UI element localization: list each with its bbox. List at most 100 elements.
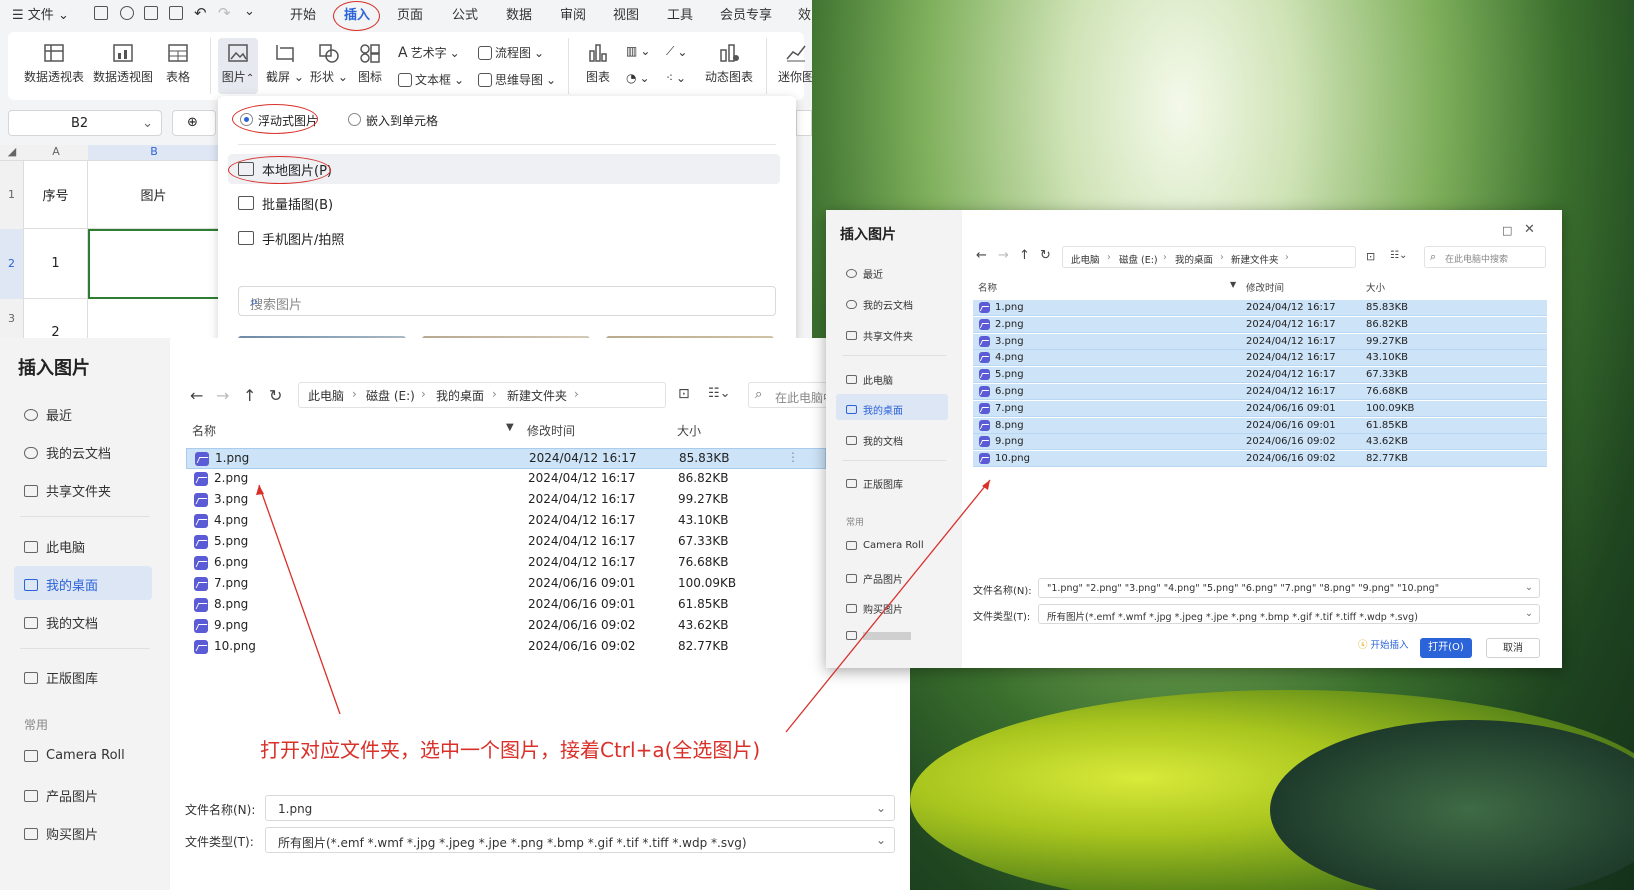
nav-camera-roll[interactable]: Camera Roll (846, 540, 924, 551)
column-modified-header[interactable]: 修改时间 (1246, 280, 1284, 294)
dynamic-chart-button[interactable]: 动态图表 (705, 42, 753, 85)
formula-bar[interactable] (796, 110, 812, 136)
menu-file[interactable]: ☰ 文件 ⌄ (12, 4, 69, 23)
breadcrumb-desktop[interactable]: 我的桌面 (436, 387, 484, 404)
table-button[interactable]: 表格 (166, 42, 190, 85)
forward-arrow-icon[interactable]: → (998, 248, 1009, 263)
wordart-button[interactable]: A 艺术字 ⌄ (398, 44, 460, 61)
nav-stock-gallery[interactable]: 正版图库 (846, 476, 903, 491)
file-row[interactable]: 1.png 2024/04/12 16:17 85.83KB (973, 300, 1547, 316)
view-mode-icon[interactable]: ☷⌄ (708, 386, 731, 401)
nav-this-pc[interactable]: 此电脑 (24, 537, 85, 556)
nav-stock-gallery[interactable]: 正版图库 (24, 668, 98, 687)
tab-formula[interactable]: 公式 (452, 4, 478, 23)
file-row[interactable]: 3.png 2024/04/12 16:17 99.27KB (973, 333, 1547, 350)
column-header-b[interactable]: B (88, 145, 220, 161)
tab-page[interactable]: 页面 (397, 4, 423, 23)
sort-down-icon[interactable]: ▼ (1230, 280, 1236, 289)
file-row[interactable]: 7.png 2024/06/16 09:01 100.09KB (186, 574, 826, 595)
nav-camera-roll[interactable]: Camera Roll (24, 748, 125, 763)
up-arrow-icon[interactable]: ↑ (1019, 248, 1030, 263)
cell-a2[interactable]: 1 (24, 229, 88, 299)
nav-cloud-docs[interactable]: 我的云文档 (24, 443, 111, 462)
pivot-chart-button[interactable]: 数据透视图 (93, 42, 153, 85)
nav-recent[interactable]: 最近 (24, 405, 72, 424)
file-row[interactable]: 7.png 2024/06/16 09:01 100.09KB (973, 400, 1547, 417)
chevron-down-icon[interactable]: ⌄ (876, 833, 886, 847)
search-icon[interactable]: ⌕ (250, 292, 765, 310)
file-row[interactable]: 3.png 2024/04/12 16:17 99.27KB (186, 490, 826, 511)
breadcrumb-this-pc[interactable]: 此电脑 (1071, 252, 1100, 266)
mindmap-button[interactable]: 思维导图 ⌄ (478, 71, 556, 88)
column-name-header[interactable]: 名称 (978, 280, 997, 294)
breadcrumb-disk-e[interactable]: 磁盘 (E:) (1119, 252, 1158, 266)
save-icon[interactable] (94, 6, 108, 20)
embed-cell-radio[interactable] (348, 113, 361, 126)
filetype-select[interactable]: 所有图片(*.emf *.wmf *.jpg *.jpeg *.jpe *.pn… (265, 827, 895, 853)
select-all-corner[interactable]: ◢ (0, 145, 24, 161)
export-icon[interactable] (120, 6, 134, 20)
nav-product-pictures[interactable]: 产品图片 (24, 786, 98, 805)
file-row[interactable]: 4.png 2024/04/12 16:17 43.10KB (186, 511, 826, 532)
embed-cell-label[interactable]: 嵌入到单元格 (366, 112, 438, 129)
column-name-header[interactable]: 名称 (192, 422, 216, 439)
file-row[interactable]: 8.png 2024/06/16 09:01 61.85KB (186, 595, 826, 616)
back-arrow-icon[interactable]: ← (976, 248, 987, 263)
sort-down-icon[interactable]: ▼ (506, 422, 514, 433)
filename-input[interactable]: "1.png" "2.png" "3.png" "4.png" "5.png" … (1038, 578, 1540, 598)
refresh-icon[interactable]: ↻ (1040, 248, 1051, 263)
file-row[interactable]: 4.png 2024/04/12 16:17 43.10KB (973, 350, 1547, 367)
undo-icon[interactable]: ↶ (194, 4, 207, 22)
cell-b2-selected[interactable] (88, 229, 220, 299)
cell-a1[interactable]: 序号 (24, 161, 88, 229)
nav-shared-folder[interactable]: 共享文件夹 (24, 481, 111, 500)
nav-my-documents[interactable]: 我的文档 (846, 433, 903, 448)
nav-purchase-pictures[interactable]: 购买图片 (846, 601, 903, 616)
file-row[interactable]: 5.png 2024/04/12 16:17 67.33KB (973, 367, 1547, 384)
nav-purchase-pictures[interactable]: 购买图片 (24, 824, 98, 843)
file-row[interactable]: 2.png 2024/04/12 16:17 86.82KB (186, 469, 826, 490)
cell-b1[interactable]: 图片 (88, 161, 220, 229)
screenshot-button[interactable]: 截屏 ⌄ (266, 42, 304, 85)
close-icon[interactable]: ✕ (1524, 222, 1535, 237)
breadcrumb-this-pc[interactable]: 此电脑 (308, 387, 344, 404)
tab-efficiency[interactable]: 效 (798, 4, 811, 23)
file-row[interactable]: 6.png 2024/04/12 16:17 76.68KB (973, 384, 1547, 400)
tab-data[interactable]: 数据 (506, 4, 532, 23)
chevron-down-icon[interactable]: ⌄ (876, 801, 886, 815)
breadcrumb-desktop[interactable]: 我的桌面 (1175, 252, 1213, 266)
dialog-search-input[interactable]: ⌕ 在此电脑中搜索 (1424, 246, 1546, 268)
chart-button[interactable]: 图表 (586, 42, 610, 85)
file-row[interactable]: 8.png 2024/06/16 09:01 61.85KB (973, 417, 1547, 434)
pie-chart-button[interactable]: ◔ ⌄ (626, 71, 650, 85)
maximize-icon[interactable]: □ (1502, 224, 1512, 237)
open-button[interactable]: 打开(O) (1420, 638, 1472, 658)
new-folder-icon[interactable]: ⊡ (1366, 250, 1375, 263)
file-row[interactable]: 2.png 2024/04/12 16:17 86.82KB (973, 316, 1547, 333)
name-box[interactable]: B2 ⌄ (8, 110, 162, 136)
tab-review[interactable]: 审阅 (560, 4, 586, 23)
nav-my-desktop[interactable]: 我的桌面 (24, 575, 98, 594)
nav-recent[interactable]: 最近 (846, 266, 883, 281)
breadcrumb-new-folder[interactable]: 新建文件夹 (1231, 252, 1279, 266)
start-insert-link[interactable]: ⓢ 开始插入 (1358, 637, 1409, 651)
column-size-header[interactable]: 大小 (677, 422, 701, 439)
print-icon[interactable] (144, 6, 158, 20)
shape-button[interactable]: 形状 ⌄ (310, 42, 348, 85)
file-row[interactable]: 1.png 2024/04/12 16:17 85.83KB ⋮ (186, 448, 826, 469)
more-options-icon[interactable]: ⋮ (787, 450, 799, 464)
back-arrow-icon[interactable]: ← (190, 386, 203, 405)
phone-picture-item[interactable]: 手机图片/拍照 (228, 223, 780, 253)
quick-access-more-icon[interactable]: ⌄ (244, 4, 255, 19)
tab-view[interactable]: 视图 (613, 4, 639, 23)
dialog-search-input[interactable]: ⌕ 在此电脑中 (748, 382, 835, 408)
batch-insert-item[interactable]: 批量插图(B) (228, 188, 780, 218)
forward-arrow-icon[interactable]: → (216, 386, 229, 405)
view-mode-icon[interactable]: ☷⌄ (1390, 250, 1407, 261)
column-header-a[interactable]: A (24, 145, 88, 161)
pivot-table-button[interactable]: 数据透视表 (24, 42, 84, 85)
file-row[interactable]: 6.png 2024/04/12 16:17 76.68KB (186, 553, 826, 574)
file-row[interactable]: 9.png 2024/06/16 09:02 43.62KB (186, 616, 826, 637)
breadcrumb-disk-e[interactable]: 磁盘 (E:) (366, 387, 415, 404)
tab-home[interactable]: 开始 (290, 4, 316, 23)
